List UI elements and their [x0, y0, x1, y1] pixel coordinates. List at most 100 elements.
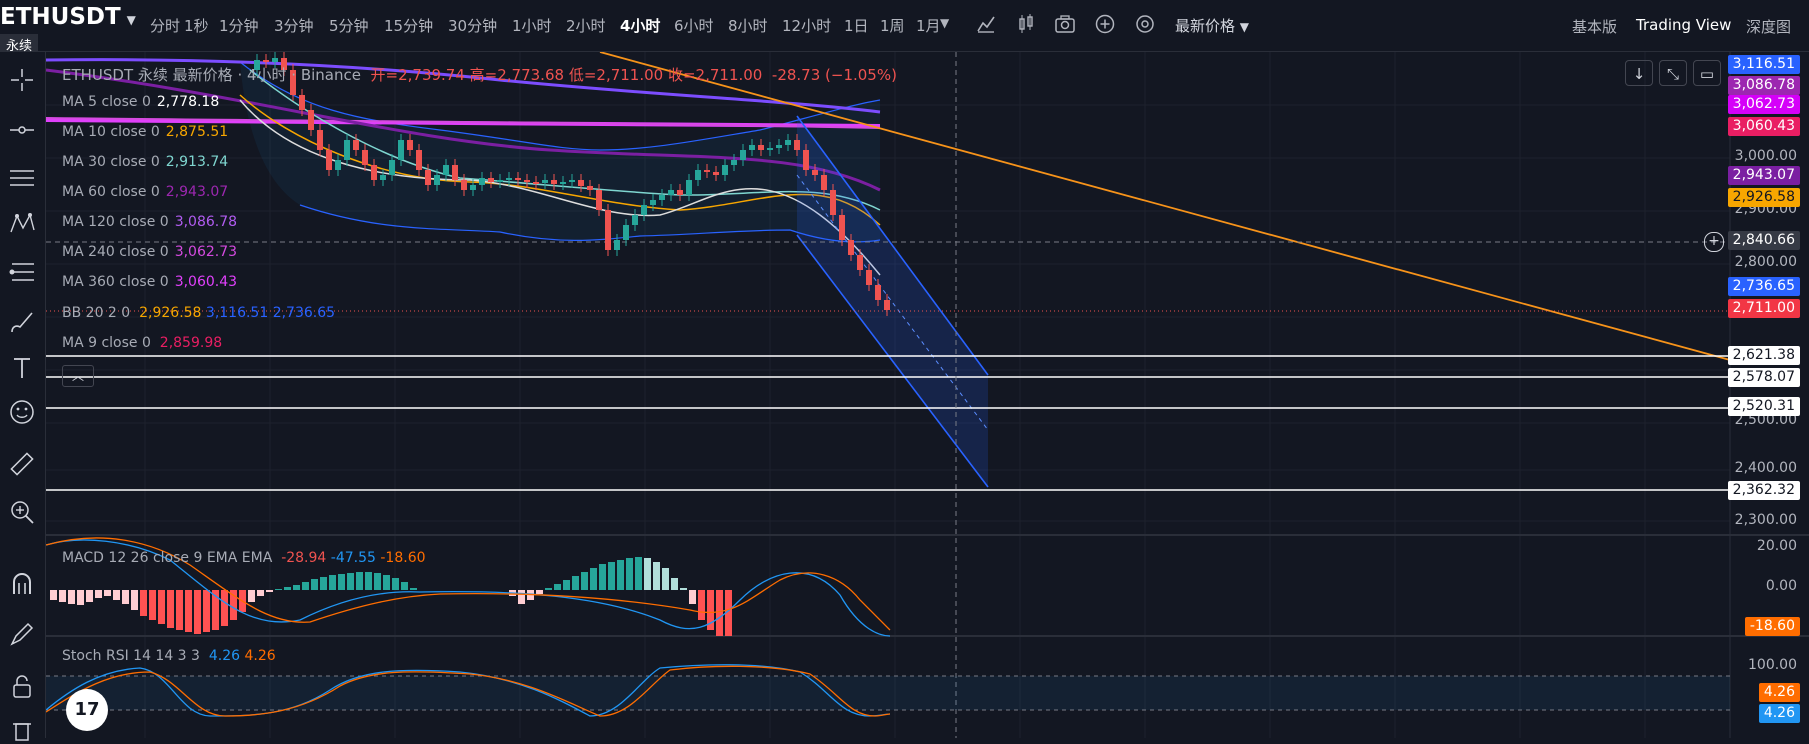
view-tradingview-tab[interactable]: Trading View: [1636, 16, 1731, 34]
macd-histogram-bar: [176, 590, 183, 630]
symbol-selector[interactable]: ETHUSDT ▼: [0, 4, 136, 30]
add-icon[interactable]: [1094, 13, 1116, 35]
macd-histogram-bar: [626, 558, 633, 590]
macd-histogram-bar: [680, 588, 687, 590]
ma9-legend[interactable]: MA 9 close 0 2,859.98: [62, 335, 222, 351]
macd-histogram-bar: [518, 590, 525, 604]
low-value: 低=2,711.00: [568, 66, 664, 84]
price-axis-label: 2,926.58: [1727, 188, 1800, 207]
top-toolbar: ETHUSDT ▼ 永续 分时 1秒 1分钟 3分钟 5分钟 15分钟 30分钟 1小时 2小时 4…: [0, 0, 1809, 56]
emoji-tool-icon[interactable]: [8, 398, 36, 426]
lock-icon[interactable]: [8, 672, 36, 700]
price-tick: 3,000.00: [1734, 148, 1797, 164]
high-value: 高=2,773.68: [469, 66, 565, 84]
chart-canvas[interactable]: [0, 0, 1809, 738]
indicator-chart-icon[interactable]: [975, 13, 997, 35]
collapse-arrows-icon: ⤡: [1666, 65, 1679, 83]
ma-legend-label: MA 5 close 0: [62, 94, 151, 110]
crosshair-tool-icon[interactable]: [8, 66, 36, 94]
ma-legend-row[interactable]: MA 120 close 0 3,086.78: [62, 214, 237, 230]
interval-more-icon[interactable]: ▼: [940, 16, 949, 30]
interval-tab[interactable]: 1周: [880, 15, 916, 36]
regression-channel[interactable]: [797, 116, 988, 487]
macd-histogram-bar: [59, 590, 66, 602]
add-alert-icon[interactable]: +: [1704, 232, 1724, 252]
candle-style-icon[interactable]: [1015, 13, 1037, 35]
candle-body: [407, 140, 413, 150]
stoch-rsi-legend[interactable]: Stoch RSI 14 14 3 3 4.26 4.26: [62, 648, 276, 664]
interval-tab[interactable]: 6小时: [674, 15, 728, 36]
arrow-down-icon: ↓: [1632, 65, 1646, 83]
interval-tab[interactable]: 15分钟: [384, 15, 448, 36]
restore-button[interactable]: ▭: [1693, 60, 1721, 86]
ma-legend-label: MA 120 close 0: [62, 214, 169, 230]
interval-tab[interactable]: 2小时: [566, 15, 620, 36]
horizontal-lines-tool-icon[interactable]: [8, 164, 36, 192]
fib-tool-icon[interactable]: [8, 258, 36, 286]
interval-tab[interactable]: 分时: [150, 15, 184, 36]
fullscreen-button[interactable]: ⤡: [1659, 60, 1687, 86]
bb-legend[interactable]: BB 20 2 0 2,926.58 3,116.51 2,736.65: [62, 305, 335, 321]
trend-line-tool-icon[interactable]: [8, 116, 36, 144]
candle-body: [443, 165, 449, 175]
view-basic-tab[interactable]: 基本版: [1572, 16, 1617, 37]
interval-tab[interactable]: 3分钟: [274, 15, 329, 36]
price-tick: 2,300.00: [1734, 512, 1797, 528]
ma-legend-row[interactable]: MA 30 close 0 2,913.74: [62, 154, 228, 170]
pattern-tool-icon[interactable]: [8, 210, 36, 238]
candle-body: [515, 178, 521, 180]
tradingview-logo[interactable]: 17: [66, 689, 108, 731]
ma-legend-label: MA 10 close 0: [62, 124, 160, 140]
macd-legend-label: MACD 12 26 close 9 EMA EMA: [62, 550, 273, 566]
candle-body: [488, 178, 494, 182]
bb-legend-label: BB 20 2 0: [62, 305, 131, 321]
price-axis-label: 3,060.43: [1727, 117, 1800, 136]
interval-tab[interactable]: 1日: [844, 15, 880, 36]
stoch-tick: 100.00: [1748, 657, 1797, 673]
collapse-legend-button[interactable]: ︿: [62, 365, 94, 387]
candle-body: [308, 110, 314, 130]
candle-body: [479, 178, 485, 185]
camera-icon[interactable]: [1054, 13, 1076, 35]
macd-histogram-bar: [329, 575, 336, 590]
ma-legend-row[interactable]: MA 10 close 0 2,875.51: [62, 124, 228, 140]
macd-histogram-bar: [131, 590, 138, 610]
interval-tab[interactable]: 1小时: [512, 15, 566, 36]
text-tool-icon[interactable]: [8, 354, 36, 382]
interval-tab[interactable]: 12小时: [782, 15, 844, 36]
price-axis-label: 2,362.32: [1727, 481, 1800, 500]
magnet-icon[interactable]: [8, 570, 36, 598]
ma-legend-row[interactable]: MA 5 close 0 2,778.18: [62, 94, 219, 110]
price-type-dropdown[interactable]: 最新价格 ▼: [1175, 15, 1249, 36]
zoom-in-icon[interactable]: [8, 498, 36, 526]
interval-tab[interactable]: 30分钟: [448, 15, 512, 36]
bb-upper-value: 3,116.51: [205, 305, 269, 321]
macd-histogram-bar: [95, 590, 102, 598]
stoch-k-value: 4.26: [208, 648, 241, 664]
chart-title: ETHUSDT 永续 最新价格 · 4小时 · Binance: [62, 66, 361, 84]
settings-gear-icon[interactable]: [1134, 13, 1156, 35]
price-axis-label: 2,578.07: [1727, 368, 1800, 387]
ma-legend-row[interactable]: MA 240 close 0 3,062.73: [62, 244, 237, 260]
macd-hist-value: -28.94: [281, 550, 327, 566]
macd-histogram-bar: [266, 590, 273, 592]
macd-tick: 20.00: [1756, 538, 1797, 554]
trash-icon[interactable]: [8, 716, 36, 744]
macd-histogram-bar: [284, 587, 291, 590]
macd-legend[interactable]: MACD 12 26 close 9 EMA EMA -28.94 -47.55…: [62, 550, 426, 566]
brush-tool-icon[interactable]: [8, 308, 36, 336]
interval-tab[interactable]: 8小时: [728, 15, 782, 36]
ruler-tool-icon[interactable]: [8, 450, 36, 478]
ma-legend-row[interactable]: MA 60 close 0 2,943.07: [62, 184, 228, 200]
ma-legend-row[interactable]: MA 360 close 0 3,060.43: [62, 274, 237, 290]
view-depth-tab[interactable]: 深度图: [1746, 16, 1791, 37]
macd-histogram: [50, 557, 732, 636]
candle-body: [461, 180, 467, 190]
interval-tab[interactable]: 1分钟: [219, 15, 274, 36]
interval-tab[interactable]: 5分钟: [329, 15, 384, 36]
scroll-down-button[interactable]: ↓: [1625, 60, 1653, 86]
chevron-down-icon: ▼: [126, 13, 136, 27]
interval-tab[interactable]: 4小时: [620, 15, 674, 36]
interval-tab[interactable]: 1秒: [184, 15, 219, 36]
lock-drawing-pen-icon[interactable]: [8, 620, 36, 648]
